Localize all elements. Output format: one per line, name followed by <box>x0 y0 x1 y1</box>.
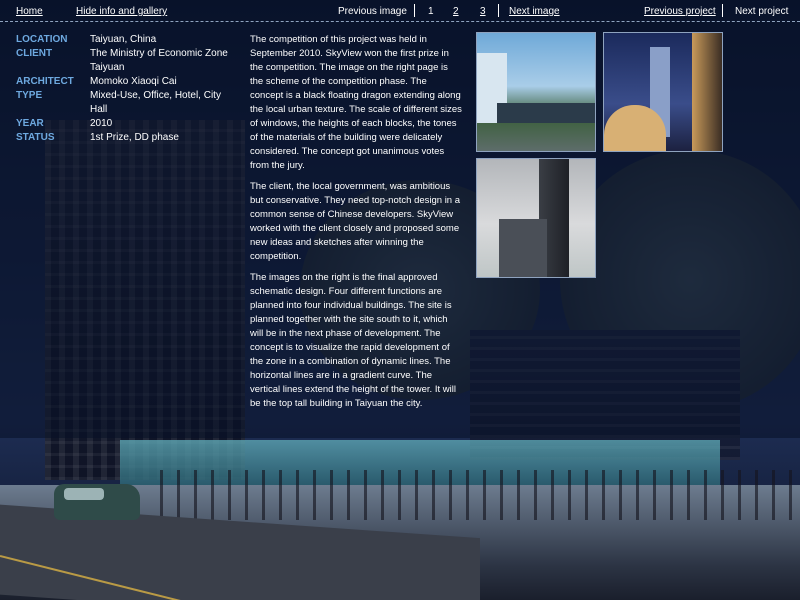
info-row-client: CLIENT The Ministry of Economic Zone Tai… <box>16 47 236 75</box>
client-value: The Ministry of Economic Zone Taiyuan <box>90 48 228 73</box>
car <box>54 484 140 520</box>
info-row-location: LOCATION Taiyuan, China <box>16 33 236 47</box>
year-value: 2010 <box>90 118 113 129</box>
status-label: STATUS <box>16 132 55 143</box>
project-description: The competition of this project was held… <box>250 33 462 418</box>
image-page-3[interactable]: 3 <box>480 6 486 17</box>
image-page-1[interactable]: 1 <box>428 6 434 17</box>
client-label: CLIENT <box>16 48 53 59</box>
next-image-link[interactable]: Next image <box>509 6 560 17</box>
previous-image-button[interactable]: Previous image <box>338 6 407 17</box>
project-info-table: LOCATION Taiyuan, China CLIENT The Minis… <box>16 33 236 145</box>
description-paragraph-2: The client, the local government, was am… <box>250 181 461 262</box>
architect-value: Momoko Xiaoqi Cai <box>90 76 177 87</box>
gallery-thumbnail-3[interactable] <box>476 158 596 278</box>
year-label: YEAR <box>16 118 44 129</box>
description-paragraph-1: The competition of this project was held… <box>250 34 462 171</box>
info-row-year: YEAR 2010 <box>16 117 236 131</box>
description-paragraph-3: The images on the right is the final app… <box>250 272 456 409</box>
info-row-type: TYPE Mixed-Use, Office, Hotel, City Hall <box>16 89 236 117</box>
thumb-tower <box>692 33 722 151</box>
location-value: Taiyuan, China <box>90 34 157 45</box>
info-row-status: STATUS 1st Prize, DD phase <box>16 131 236 145</box>
info-row-architect: ARCHITECT Momoko Xiaoqi Cai <box>16 75 236 89</box>
pedestrians <box>160 470 800 520</box>
previous-project-link[interactable]: Previous project <box>644 6 716 17</box>
architect-label: ARCHITECT <box>16 76 74 87</box>
next-project-button[interactable]: Next project <box>735 6 788 17</box>
image-page-2[interactable]: 2 <box>453 6 459 17</box>
thumb-building <box>499 219 547 277</box>
top-navigation: Home Hide info and gallery Previous imag… <box>0 0 800 22</box>
divider <box>722 4 723 17</box>
divider <box>414 4 415 17</box>
location-label: LOCATION <box>16 34 68 45</box>
divider <box>498 4 499 17</box>
thumb-building <box>497 103 595 123</box>
status-value: 1st Prize, DD phase <box>90 132 179 143</box>
gallery-thumbnail-1[interactable] <box>476 32 596 152</box>
hide-info-link[interactable]: Hide info and gallery <box>76 6 167 17</box>
home-link[interactable]: Home <box>16 6 43 17</box>
type-label: TYPE <box>16 90 43 101</box>
type-value: Mixed-Use, Office, Hotel, City Hall <box>90 90 221 115</box>
gallery-thumbnail-2[interactable] <box>603 32 723 152</box>
